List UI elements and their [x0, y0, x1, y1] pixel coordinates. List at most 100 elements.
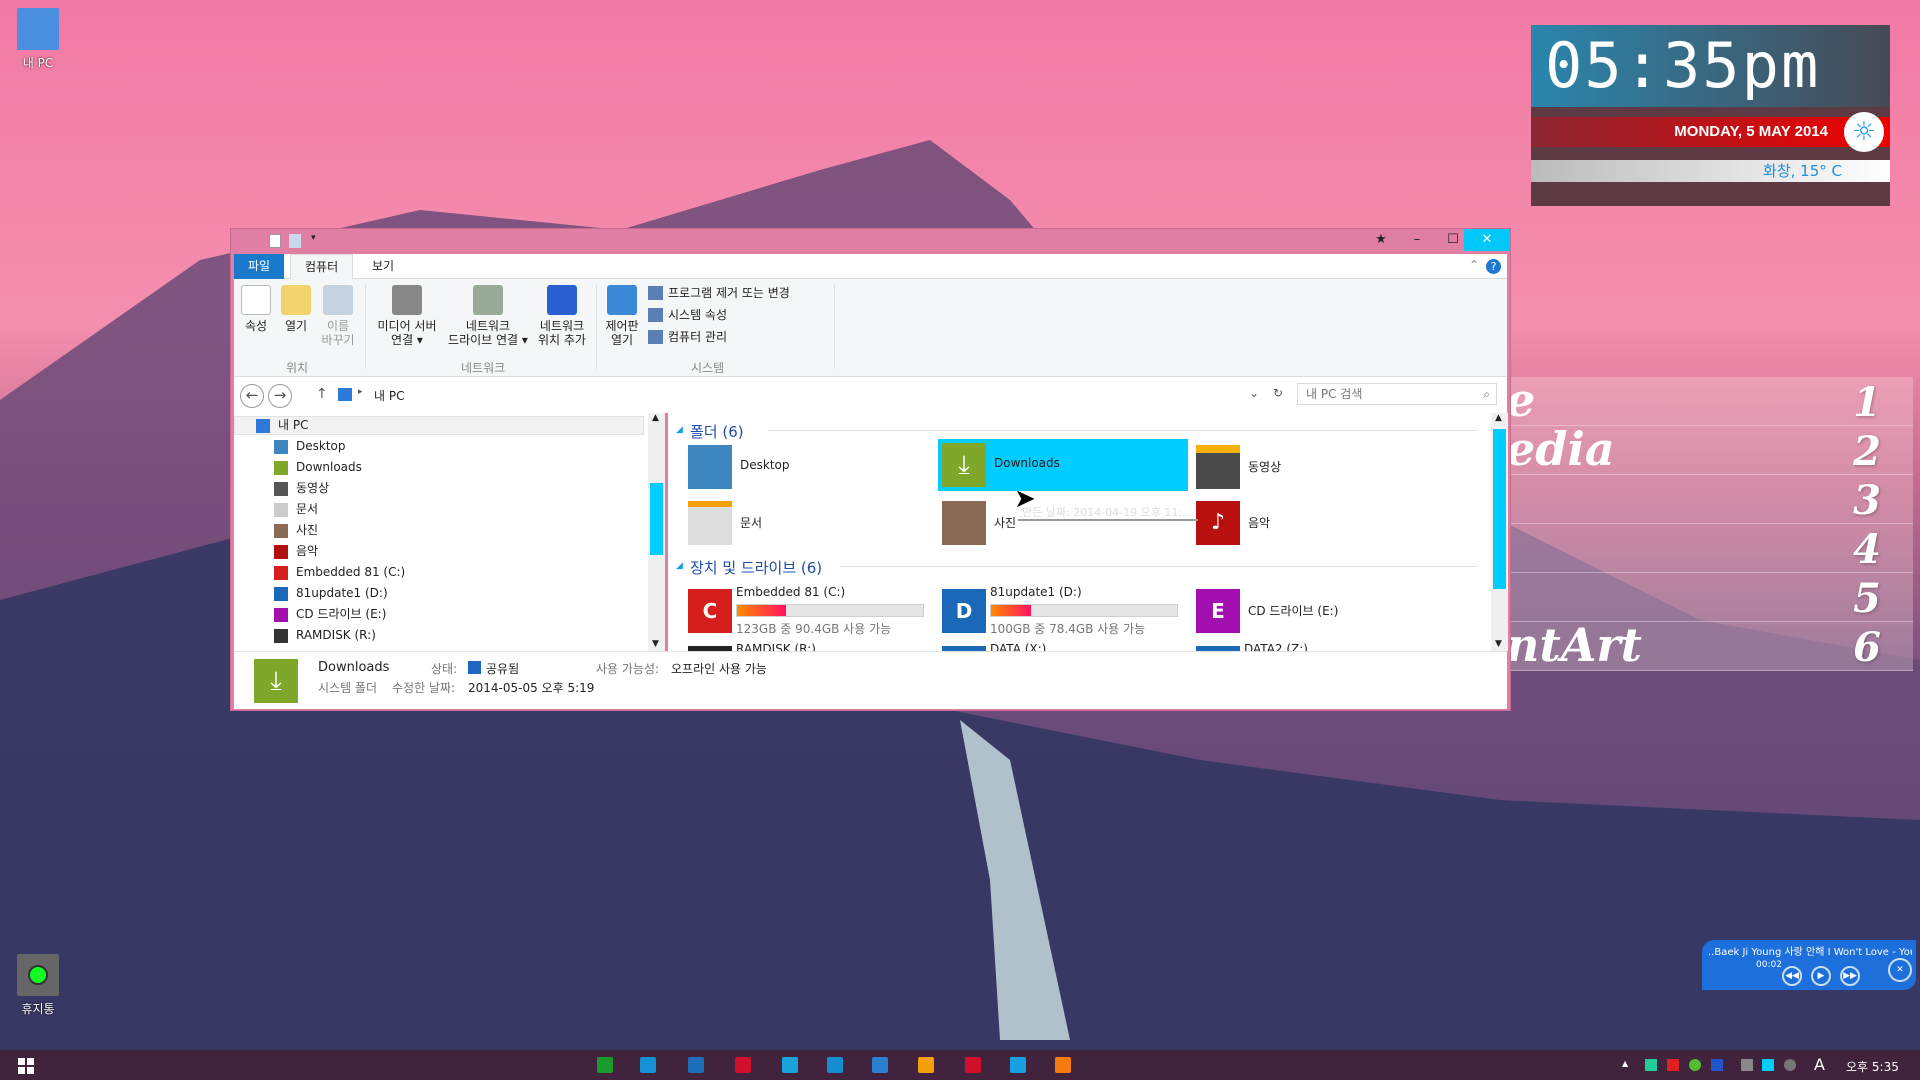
drive-x[interactable]: DATA (X:)	[938, 642, 1188, 651]
nav-item-videos[interactable]: 동영상	[274, 478, 329, 499]
new-folder-quick-icon[interactable]	[289, 234, 301, 248]
nav-item-pictures[interactable]: 사진	[274, 520, 318, 541]
folder-videos[interactable]: 동영상	[1192, 441, 1442, 493]
tray-icon[interactable]	[1711, 1059, 1723, 1071]
add-network-location-button[interactable]: 네트워크 위치 추가	[534, 285, 590, 347]
tray-display-icon[interactable]	[1762, 1059, 1774, 1071]
nav-item-drive-c[interactable]: Embedded 81 (C:)	[274, 562, 405, 583]
nav-item-downloads[interactable]: Downloads	[274, 457, 362, 478]
ime-indicator[interactable]: A	[1814, 1055, 1825, 1074]
download-arrow-icon: ⤓	[942, 443, 986, 487]
forward-button[interactable]: →	[268, 384, 292, 408]
drive-c[interactable]: C Embedded 81 (C:) 123GB 중 90.4GB 사용 가능	[684, 585, 934, 637]
content-scrollbar[interactable]: ▲ ▼	[1491, 413, 1508, 651]
group-header-folders[interactable]: 폴더 (6)	[690, 421, 744, 442]
history-dropdown-icon[interactable]: ⌄	[1249, 386, 1259, 400]
computer-icon	[338, 388, 352, 401]
taskbar-clock[interactable]: 오후 5:35	[1846, 1058, 1899, 1075]
search-input[interactable]: 내 PC 검색 ⌕	[1297, 383, 1497, 405]
tray-icon[interactable]	[1667, 1059, 1679, 1071]
drive-z[interactable]: DATA2 (Z:)	[1192, 642, 1442, 651]
tray-icon[interactable]	[1689, 1059, 1701, 1071]
rewind-button[interactable]: ◀◀	[1782, 966, 1802, 986]
start-button-windows-icon[interactable]	[18, 1058, 34, 1074]
nav-item-drive-e[interactable]: CD 드라이브 (E:)	[274, 604, 386, 625]
nav-scrollbar[interactable]: ▲ ▼	[648, 413, 665, 651]
folder-downloads-selected[interactable]: ⤓ Downloads	[938, 439, 1188, 491]
folder-desktop[interactable]: Desktop	[684, 441, 934, 493]
system-properties-button[interactable]: 시스템 속성	[648, 305, 727, 325]
folder-music[interactable]: ♪ 음악	[1192, 497, 1442, 549]
folder-documents[interactable]: 문서	[684, 497, 934, 549]
rename-icon	[323, 285, 353, 315]
details-name: Downloads	[318, 660, 390, 675]
group-header-drives[interactable]: 장치 및 드라이브 (6)	[690, 557, 822, 578]
control-panel-button[interactable]: 제어판 열기	[602, 285, 642, 347]
drive-d[interactable]: D 81update1 (D:) 100GB 중 78.4GB 사용 가능	[938, 585, 1188, 637]
weather-text: 화창, 15° C	[1531, 160, 1890, 182]
nav-item-this-pc[interactable]: 내 PC	[256, 415, 308, 436]
collapse-ribbon-icon[interactable]: ⌃	[1469, 258, 1479, 272]
fast-forward-button[interactable]: ▶▶	[1840, 966, 1860, 986]
mouse-cursor-icon: ➤	[1014, 484, 1036, 514]
nav-item-desktop[interactable]: Desktop	[274, 436, 346, 457]
taskbar-app-icon[interactable]	[1055, 1057, 1071, 1073]
launcher-item[interactable]: e1	[1506, 373, 1913, 427]
tray-network-icon[interactable]	[1741, 1059, 1753, 1071]
media-server-button[interactable]: 미디어 서버 연결 ▾	[372, 285, 442, 347]
up-button[interactable]: ↑	[316, 386, 328, 402]
clock-widget: 05:35pm MONDAY, 5 MAY 2014 ☼ 화창, 15° C	[1531, 25, 1890, 206]
launcher-item[interactable]: edia 2	[1506, 422, 1913, 476]
tray-volume-icon[interactable]	[1784, 1059, 1796, 1071]
taskbar-app-icon[interactable]	[918, 1057, 934, 1073]
close-button[interactable]: ✕	[1464, 229, 1510, 251]
play-button[interactable]: ▶	[1811, 966, 1831, 986]
scrollbar-thumb	[1493, 429, 1506, 589]
rename-button[interactable]: 이름 바꾸기	[318, 285, 358, 347]
taskbar-app-icon[interactable]	[827, 1057, 843, 1073]
properties-quick-icon[interactable]	[269, 234, 281, 248]
nav-item-drive-d[interactable]: 81update1 (D:)	[274, 583, 388, 604]
desktop-icon-recycle-bin[interactable]: 휴지통	[0, 954, 78, 1017]
tab-view[interactable]: 보기	[358, 254, 408, 279]
taskbar-app-icon[interactable]	[1010, 1057, 1026, 1073]
launcher-item[interactable]: ntArt 6	[1506, 618, 1913, 672]
media-time: 00:02	[1756, 960, 1782, 970]
open-button[interactable]: 열기	[278, 285, 314, 333]
quick-access-dropdown-icon[interactable]: ▾	[311, 233, 316, 243]
uninstall-program-button[interactable]: 프로그램 제거 또는 변경	[648, 283, 790, 303]
nav-item-music[interactable]: 음악	[274, 541, 318, 562]
launcher-item[interactable]: 4	[1506, 524, 1913, 573]
drive-r[interactable]: RAMDISK (R:)	[684, 642, 934, 651]
breadcrumb-this-pc[interactable]: 내 PC	[374, 387, 404, 404]
tray-icon[interactable]	[1645, 1059, 1657, 1071]
breadcrumb-chevron-icon[interactable]: ▸	[358, 387, 363, 397]
taskbar-app-icon[interactable]	[735, 1057, 751, 1073]
back-button[interactable]: ←	[240, 384, 264, 408]
computer-management-button[interactable]: 컴퓨터 관리	[648, 327, 727, 347]
launcher-item[interactable]: 5	[1506, 573, 1913, 622]
taskbar-app-icon[interactable]	[782, 1057, 798, 1073]
tab-file[interactable]: 파일	[234, 254, 285, 279]
tab-computer[interactable]: 컴퓨터	[290, 254, 354, 279]
taskbar-app-icon[interactable]	[688, 1057, 704, 1073]
launcher-item[interactable]: 3	[1506, 475, 1913, 524]
taskbar-app-icon[interactable]	[872, 1057, 888, 1073]
properties-button[interactable]: 속성	[238, 285, 274, 333]
map-network-drive-button[interactable]: 네트워크 드라이브 연결 ▾	[446, 285, 530, 347]
nav-item-documents[interactable]: 문서	[274, 499, 318, 520]
taskbar-app-icon[interactable]	[640, 1057, 656, 1073]
close-player-button[interactable]: ✕	[1888, 958, 1912, 982]
drive-e[interactable]: E CD 드라이브 (E:)	[1192, 585, 1442, 637]
refresh-icon[interactable]: ↻	[1273, 386, 1283, 400]
taskbar-app-icon[interactable]	[597, 1057, 613, 1073]
minimize-button[interactable]: –	[1400, 229, 1434, 251]
cd-drive-icon: E	[1196, 589, 1240, 633]
nav-item-ramdisk[interactable]: RAMDISK (R:)	[274, 625, 376, 646]
tray-overflow-icon[interactable]: ▲	[1622, 1059, 1628, 1068]
title-bar[interactable]: ▾ ★ – ☐ ✕	[231, 229, 1510, 254]
help-icon[interactable]: ?	[1486, 259, 1501, 274]
desktop-icon-this-pc[interactable]: 내 PC	[0, 8, 78, 71]
taskbar-app-icon[interactable]	[965, 1057, 981, 1073]
pin-button[interactable]: ★	[1364, 229, 1398, 251]
